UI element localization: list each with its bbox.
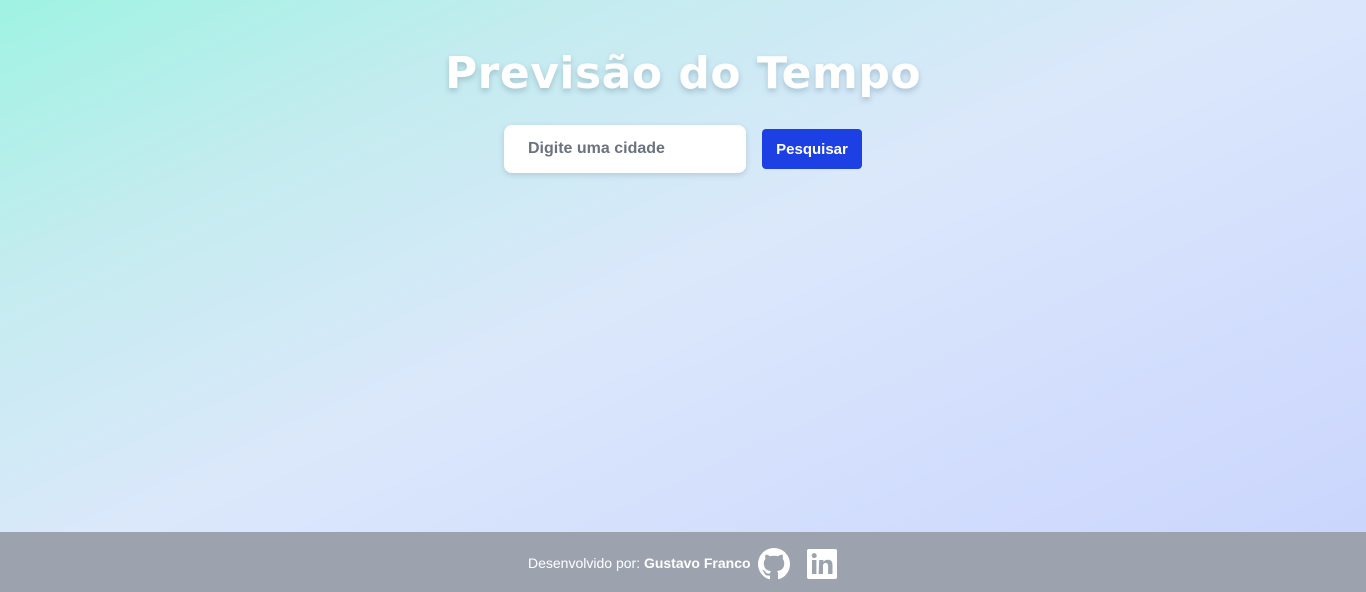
footer-credit: Desenvolvido por: Gustavo Franco <box>528 554 751 572</box>
footer-credit-prefix: Desenvolvido por: <box>528 555 641 571</box>
linkedin-icon <box>807 549 837 579</box>
github-icon <box>758 548 790 580</box>
linkedin-link[interactable] <box>807 549 837 579</box>
main-content: Previsão do Tempo Pesquisar <box>0 0 1366 532</box>
github-link[interactable] <box>758 548 790 580</box>
footer-author-name: Gustavo Franco <box>643 555 751 571</box>
page-title: Previsão do Tempo <box>444 48 922 99</box>
search-button[interactable]: Pesquisar <box>762 129 862 169</box>
footer: Desenvolvido por: Gustavo Franco <box>0 532 1366 592</box>
city-search-input[interactable] <box>504 125 746 173</box>
